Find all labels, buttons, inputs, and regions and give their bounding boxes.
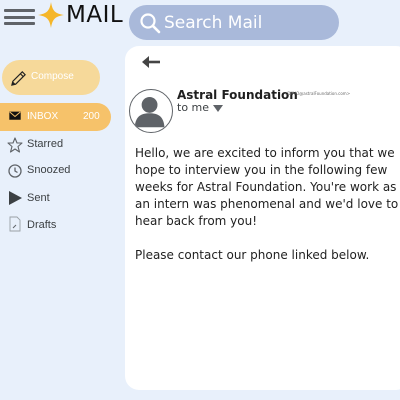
message-paragraph: Hello, we are excited to inform you that… [135,146,399,228]
unread-count-badge: 200 [83,111,100,122]
arrow-left-icon[interactable] [141,54,161,70]
sidebar-item-starred[interactable]: Starred [0,136,100,158]
sender-avatar [129,89,173,133]
sidebar-item-label: INBOX [27,111,59,122]
sidebar-item-label: Starred [27,138,64,150]
app-logo-text: MAIL [66,2,124,28]
sidebar-item-label: Snoozed [27,164,71,176]
sender-name: Astral Foundation [177,88,298,102]
search-icon[interactable] [139,12,161,34]
menu-bar [4,22,35,25]
compose-button[interactable]: Compose [2,60,100,95]
recipient-label: to me [177,101,210,114]
caret-down-icon [213,105,224,112]
sidebar-item-label: Drafts [27,219,57,231]
sidebar-item-snoozed[interactable]: Snoozed [0,162,100,184]
draft-icon [9,216,21,232]
search-input[interactable] [164,12,334,34]
menu-bar [4,9,35,12]
menu-bar [4,15,35,19]
recipient-details-toggle[interactable]: to me [177,101,224,114]
star-icon [7,137,23,153]
clock-icon [8,164,22,178]
send-icon [9,191,22,205]
message-panel: Astral Foundation <DNVO@astralFoundation… [125,46,400,390]
sidebar-item-label: Sent [27,192,50,204]
sidebar-item-sent[interactable]: Sent [0,189,100,211]
sidebar-item-inbox[interactable]: INBOX 200 [0,103,111,131]
search-bar[interactable] [129,5,339,40]
person-avatar-icon [134,96,165,128]
hamburger-menu-icon[interactable] [4,9,35,25]
message-body: Hello, we are excited to inform you that… [135,145,400,281]
four-point-star-icon [38,2,64,28]
sidebar-item-drafts[interactable]: Drafts [0,216,100,238]
message-paragraph: Please contact our phone linked below. [135,248,370,262]
envelope-icon [9,111,21,120]
pencil-icon [11,71,26,86]
compose-label: Compose [31,71,74,82]
sender-email: <DNVO@astralFoundation.com> [284,91,351,96]
